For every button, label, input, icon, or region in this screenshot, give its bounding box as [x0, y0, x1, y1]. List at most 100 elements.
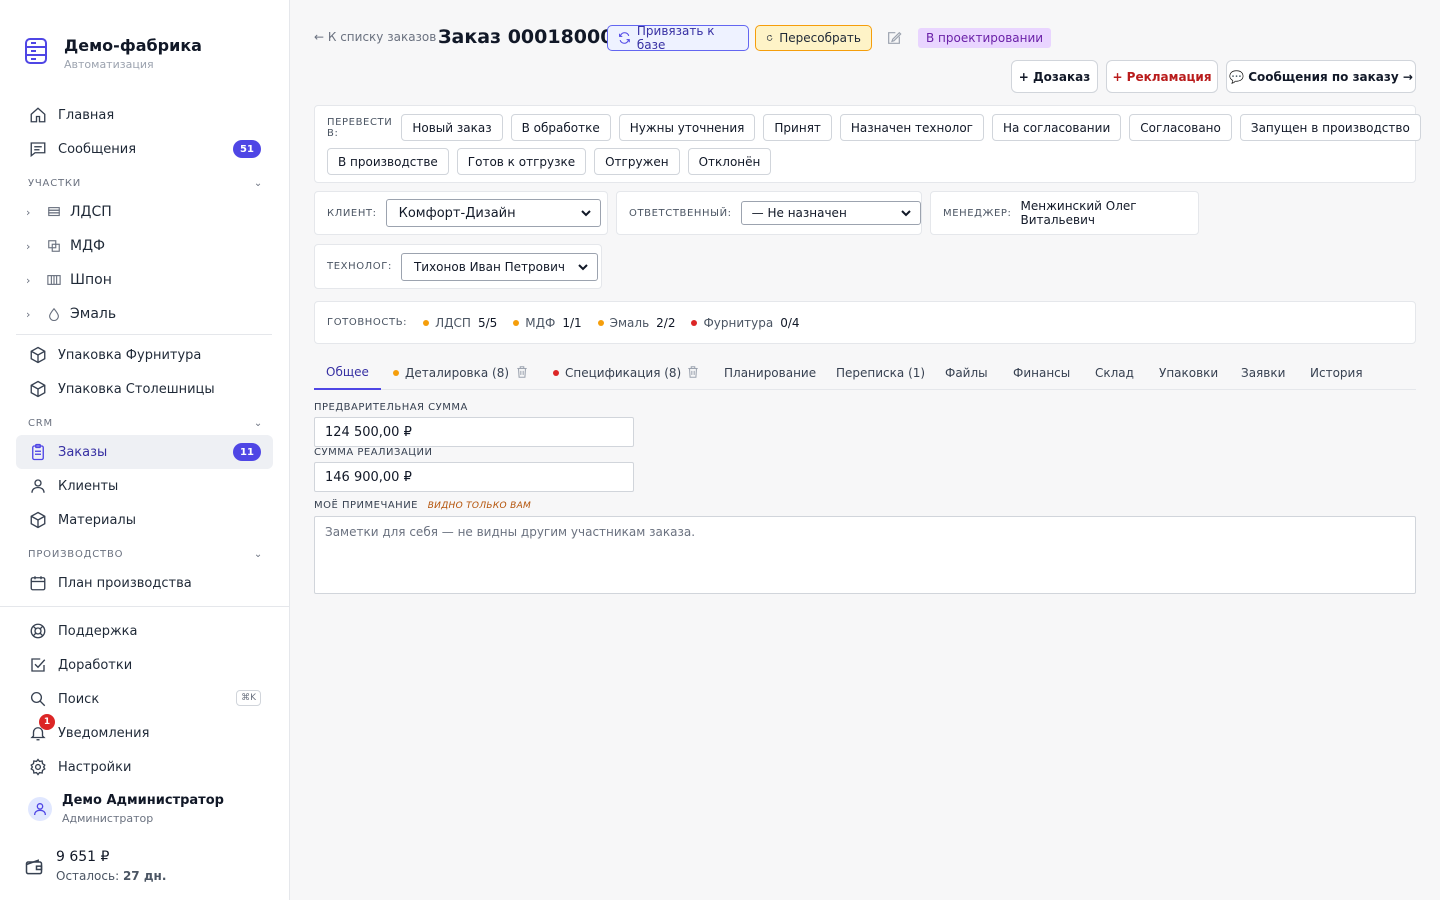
- back-to-orders-link[interactable]: ← К списку заказов: [314, 30, 436, 44]
- squares-icon: [46, 236, 62, 256]
- sidebar-item-notifications[interactable]: 1 Уведомления: [16, 714, 273, 750]
- tab-finance[interactable]: Финансы: [1013, 355, 1070, 390]
- responsible-select[interactable]: — Не назначен: [740, 201, 921, 225]
- readiness-item: Эмаль 2/2: [597, 315, 676, 330]
- status-chip[interactable]: В производстве: [327, 148, 449, 175]
- tab-requests[interactable]: Заявки: [1241, 355, 1285, 390]
- tab-warehouse[interactable]: Склад: [1095, 355, 1134, 390]
- layers-icon: [46, 202, 62, 222]
- balance-left-value: 27 дн.: [122, 869, 167, 883]
- real-sum-input[interactable]: 146 900,00 ₽: [314, 462, 634, 492]
- sidebar-item-production-plan[interactable]: План производства: [16, 566, 273, 600]
- readiness-value: 2/2: [656, 315, 676, 330]
- tab-general[interactable]: Общее: [314, 355, 381, 390]
- manager-label: МЕНЕДЖЕР:: [943, 207, 1012, 219]
- client-select[interactable]: Комфорт-Дизайн: [385, 199, 601, 227]
- chevron-right-icon: ›: [26, 239, 31, 253]
- select-value: Комфорт-Дизайн: [398, 205, 516, 221]
- tab-detailing[interactable]: Деталировка (8): [393, 355, 509, 390]
- user-profile[interactable]: Демо Администратор Администратор: [28, 793, 224, 825]
- status-chip[interactable]: Нужны уточнения: [618, 114, 756, 141]
- status-chip[interactable]: На согласовании: [991, 114, 1122, 141]
- add-order-button[interactable]: + Дозаказ: [1011, 60, 1098, 93]
- note-label-row: МОЁ ПРИМЕЧАНИЕ ВИДНО ТОЛЬКО ВАМ: [314, 500, 531, 511]
- calendar-icon: [28, 573, 48, 593]
- sidebar-item-improvements[interactable]: Доработки: [16, 648, 273, 682]
- section-crm[interactable]: CRM ⌄: [28, 418, 263, 429]
- status-chip[interactable]: Согласовано: [1129, 114, 1232, 141]
- bind-to-base-button[interactable]: Привязать к базе: [607, 24, 749, 52]
- status-row-2: В производстве Готов к отгрузке Отгружен…: [327, 148, 779, 175]
- tab-specification[interactable]: Спецификация (8): [553, 355, 681, 390]
- sidebar-item-support[interactable]: Поддержка: [16, 614, 273, 648]
- section-sites[interactable]: УЧАСТКИ ⌄: [28, 178, 263, 189]
- readiness-panel: ГОТОВНОСТЬ: ЛДСП 5/5 МДФ 1/1 Эмаль 2/2 Ф…: [314, 301, 1416, 344]
- sidebar-item-label: Шпон: [70, 272, 112, 288]
- sidebar-item-label: Заказы: [58, 444, 108, 460]
- sidebar-divider: [0, 606, 289, 607]
- responsible-panel: ОТВЕТСТВЕННЫЙ: — Не назначен: [616, 191, 922, 235]
- status-chip[interactable]: Новый заказ: [401, 114, 503, 141]
- status-chip[interactable]: Отгружен: [594, 148, 680, 175]
- orders-count-badge: 11: [233, 443, 261, 461]
- sidebar: Демо-фабрика Автоматизация Главная Сообщ…: [0, 0, 290, 900]
- sidebar-item-search[interactable]: Поиск ⌘K: [16, 682, 273, 716]
- client-panel: КЛИЕНТ: Комфорт-Дизайн: [314, 191, 608, 235]
- sidebar-item-label: Уведомления: [58, 725, 150, 741]
- user-role: Администратор: [62, 812, 154, 825]
- tab-label: Спецификация (8): [565, 365, 682, 380]
- sidebar-item-messages[interactable]: Сообщения 51: [16, 132, 273, 166]
- status-chip[interactable]: Отклонён: [687, 148, 772, 175]
- balance-left-label: Осталось:: [56, 869, 120, 883]
- technologist-select[interactable]: Тихонов Иван Петрович: [400, 252, 598, 281]
- trash-icon[interactable]: [515, 365, 529, 379]
- drop-icon: [46, 304, 62, 324]
- rebuild-button[interactable]: Пересобрать: [755, 25, 872, 51]
- edit-icon[interactable]: [886, 30, 902, 46]
- tab-history[interactable]: История: [1310, 355, 1363, 390]
- sidebar-item-veneer[interactable]: › Шпон: [16, 263, 273, 297]
- status-chip[interactable]: Запущен в производство: [1239, 114, 1421, 141]
- brand[interactable]: Демо-фабрика Автоматизация: [24, 36, 202, 72]
- readiness-item: ЛДСП 5/5: [423, 316, 497, 330]
- section-production[interactable]: ПРОИЗВОДСТВО ⌄: [28, 549, 263, 560]
- tab-correspondence[interactable]: Переписка (1): [836, 355, 925, 390]
- sidebar-item-label: Настройки: [58, 759, 132, 775]
- wallet-icon: [25, 859, 43, 875]
- balance-amount: 9 651 ₽: [56, 849, 110, 865]
- readiness-name: Эмаль: [609, 315, 650, 330]
- button-label: Привязать к базе: [636, 24, 715, 52]
- pre-sum-label: ПРЕДВАРИТЕЛЬНАЯ СУММА: [314, 402, 468, 413]
- sidebar-item-materials[interactable]: Материалы: [16, 503, 273, 537]
- sidebar-item-enamel[interactable]: › Эмаль: [16, 297, 273, 331]
- status-dot: [513, 319, 520, 326]
- sidebar-item-label: План производства: [58, 575, 192, 591]
- sidebar-item-ldsp[interactable]: › ЛДСП: [16, 195, 273, 229]
- status-chip[interactable]: Назначен технолог: [839, 114, 984, 141]
- chevron-down-icon: ⌄: [253, 549, 263, 560]
- balance[interactable]: 9 651 ₽ Осталось: 27 дн.: [24, 849, 166, 883]
- status-chip[interactable]: Готов к отгрузке: [456, 148, 587, 175]
- sidebar-item-mdf[interactable]: › МДФ: [16, 229, 273, 263]
- user-icon: [28, 476, 48, 496]
- button-label: Пересобрать: [779, 31, 861, 45]
- sidebar-item-pack-furniture[interactable]: Упаковка Фурнитура: [16, 338, 273, 372]
- sidebar-item-clients[interactable]: Клиенты: [16, 469, 273, 503]
- status-chip[interactable]: Принят: [763, 114, 832, 141]
- sidebar-item-settings[interactable]: Настройки: [16, 750, 273, 784]
- tab-packages[interactable]: Упаковки: [1159, 355, 1218, 390]
- tab-planning[interactable]: Планирование: [724, 355, 816, 390]
- sidebar-item-orders[interactable]: Заказы 11: [16, 435, 273, 469]
- readiness-item: МДФ 1/1: [513, 316, 582, 330]
- pre-sum-input[interactable]: 124 500,00 ₽: [314, 417, 634, 447]
- complaint-button[interactable]: + Рекламация: [1106, 60, 1218, 93]
- sidebar-item-home[interactable]: Главная: [16, 98, 273, 132]
- trash-icon[interactable]: [686, 365, 700, 379]
- status-chip[interactable]: В обработке: [510, 114, 611, 141]
- tab-files[interactable]: Файлы: [945, 355, 988, 390]
- sidebar-item-pack-tops[interactable]: Упаковка Столешницы: [16, 372, 273, 406]
- search-icon: [28, 689, 48, 709]
- note-textarea[interactable]: Заметки для себя — не видны другим участ…: [314, 516, 1416, 594]
- chevron-down-icon: ⌄: [253, 178, 263, 189]
- order-messages-button[interactable]: 💬 Сообщения по заказу →: [1226, 60, 1416, 93]
